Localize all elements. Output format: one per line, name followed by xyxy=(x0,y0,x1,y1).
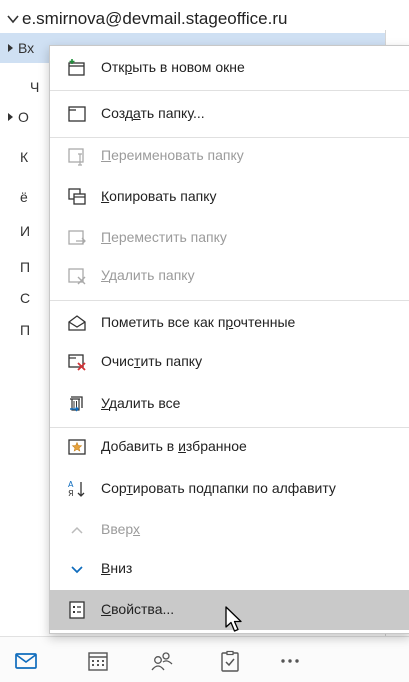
chevron-down-icon xyxy=(7,15,19,24)
menu-item-label: Удалить папку xyxy=(101,267,195,283)
folder-label: И xyxy=(20,223,31,239)
menu-item-move-down[interactable]: Вниз xyxy=(50,549,409,589)
account-name: e.smirnova@devmail.stageoffice.ru xyxy=(22,9,288,28)
mail-icon[interactable] xyxy=(14,650,38,672)
copy-folder-icon xyxy=(67,187,87,207)
chevron-down-icon xyxy=(67,559,87,579)
folder-context-menu: Открыть в новом окне Создать папку... Пе… xyxy=(49,45,409,634)
delete-all-icon xyxy=(67,394,87,414)
svg-text:Я: Я xyxy=(68,489,74,498)
folder-label: О xyxy=(18,109,29,125)
chevron-right-icon xyxy=(8,44,13,52)
menu-item-label: Вверх xyxy=(101,521,141,537)
menu-item-open-new-window[interactable]: Открыть в новом окне xyxy=(50,48,409,88)
more-icon[interactable] xyxy=(278,650,302,672)
menu-separator xyxy=(50,90,409,91)
people-icon[interactable] xyxy=(150,650,174,672)
menu-item-rename-folder[interactable]: Переименовать папку xyxy=(50,136,409,176)
menu-item-label: Копировать папку xyxy=(101,188,217,204)
chevron-right-icon xyxy=(8,113,13,121)
chevron-up-icon xyxy=(67,520,87,540)
menu-separator xyxy=(50,300,409,301)
bottom-nav xyxy=(0,636,409,682)
menu-item-label: Переименовать папку xyxy=(101,147,244,163)
delete-folder-icon xyxy=(67,266,87,286)
menu-item-label: Удалить все xyxy=(101,395,181,411)
svg-text:А: А xyxy=(68,480,74,489)
folder-label: К xyxy=(20,149,29,165)
menu-item-mark-all-read[interactable]: Пометить все как прочтенные xyxy=(50,303,409,343)
tasks-icon[interactable] xyxy=(218,650,242,672)
menu-item-move-up[interactable]: Вверх xyxy=(50,510,409,550)
folder-label: С xyxy=(20,290,31,306)
menu-item-label: Сортировать подпапки по алфавиту xyxy=(101,480,336,496)
menu-item-label: Очистить папку xyxy=(101,353,203,369)
menu-item-move-folder[interactable]: Переместить папку xyxy=(50,218,409,258)
menu-item-label: Переместить папку xyxy=(101,229,227,245)
folder-label: Ч xyxy=(30,79,40,95)
mouse-cursor-icon xyxy=(225,606,242,632)
menu-item-add-favorite[interactable]: Добавить в избранное xyxy=(50,427,409,467)
mark-read-icon xyxy=(67,313,87,333)
rename-folder-icon xyxy=(67,146,87,166)
menu-item-label: Вниз xyxy=(101,560,133,576)
add-favorite-icon xyxy=(67,437,87,457)
account-header[interactable]: e.smirnova@devmail.stageoffice.ru xyxy=(6,8,287,30)
menu-item-label: Открыть в новом окне xyxy=(101,59,245,75)
menu-item-delete-folder[interactable]: Удалить папку xyxy=(50,256,409,296)
menu-item-delete-all[interactable]: Удалить все xyxy=(50,384,409,424)
menu-item-new-folder[interactable]: Создать папку... xyxy=(50,94,409,134)
menu-item-empty-folder[interactable]: Очистить папку xyxy=(50,342,409,382)
properties-icon xyxy=(67,600,87,620)
move-folder-icon xyxy=(67,228,87,248)
menu-item-sort-subfolders[interactable]: АЯ Сортировать подпапки по алфавиту xyxy=(50,469,409,509)
new-folder-icon xyxy=(67,104,87,124)
open-new-window-icon xyxy=(67,58,87,78)
menu-item-copy-folder[interactable]: Копировать папку xyxy=(50,177,409,217)
sort-az-icon: АЯ xyxy=(67,479,87,499)
menu-item-label: Создать папку... xyxy=(101,105,205,121)
menu-item-label: Добавить в избранное xyxy=(101,438,247,454)
folder-label: ё xyxy=(20,189,28,205)
folder-label: П xyxy=(20,259,31,275)
folder-label: П xyxy=(20,322,31,338)
calendar-icon[interactable] xyxy=(86,650,110,672)
folder-label: Вх xyxy=(18,40,35,56)
menu-item-label: Пометить все как прочтенные xyxy=(101,314,296,330)
menu-item-label: Свойства... xyxy=(101,601,175,617)
empty-folder-icon xyxy=(67,352,87,372)
